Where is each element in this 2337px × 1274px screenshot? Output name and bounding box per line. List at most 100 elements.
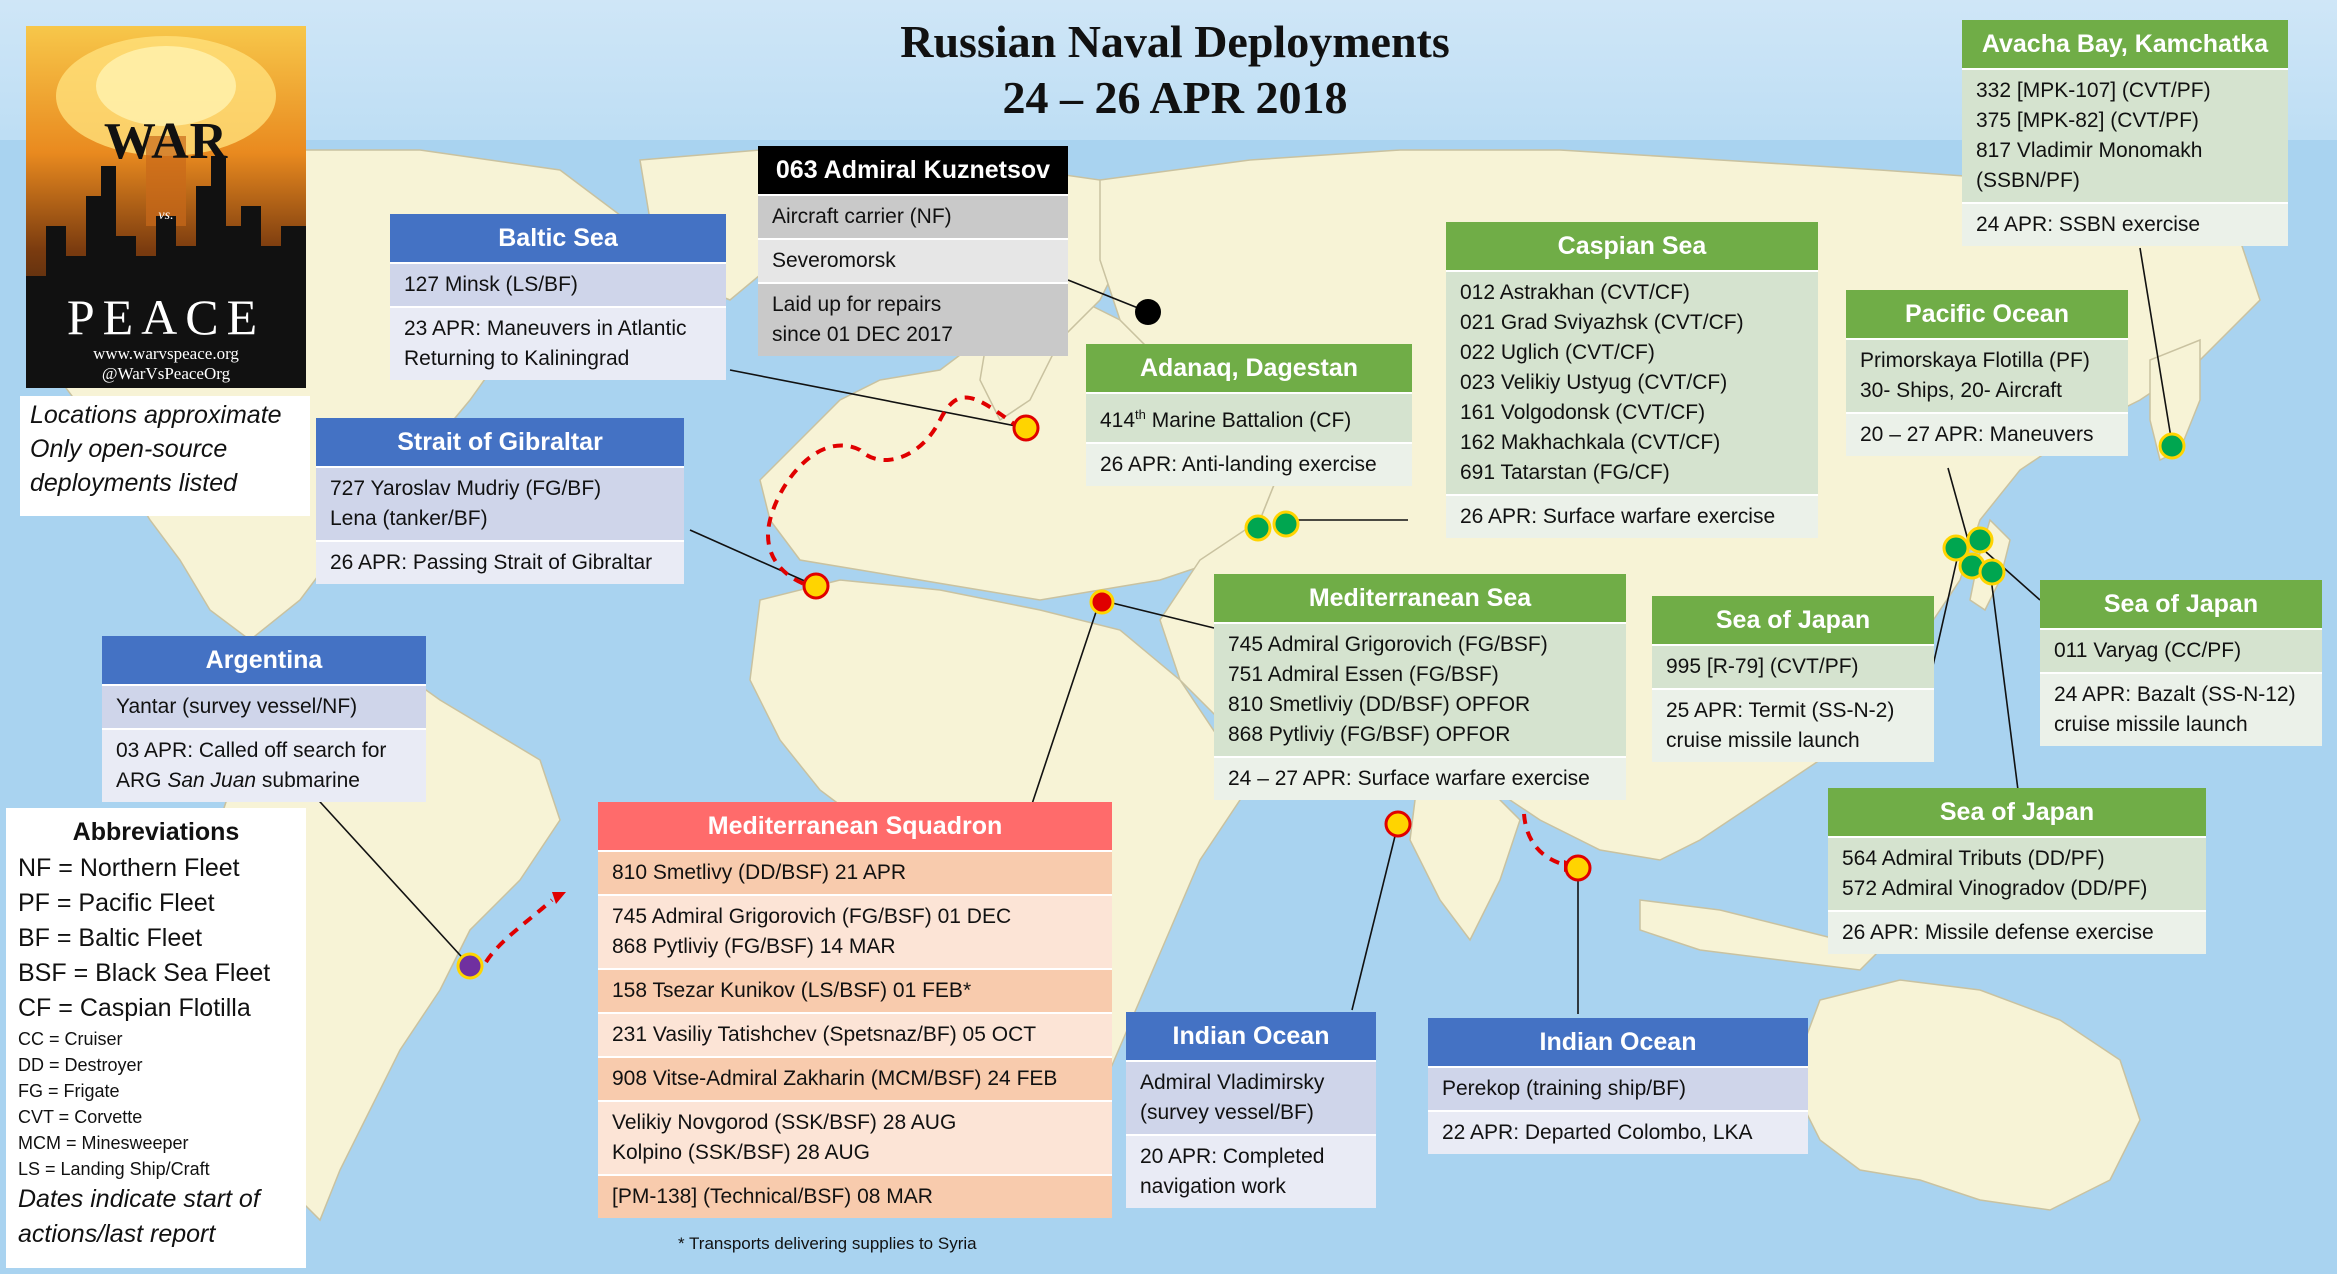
note-line-2: Only open-source (30, 435, 228, 463)
marker-indian-2[interactable] (1564, 854, 1592, 882)
callout-header: Avacha Bay, Kamchatka (1962, 20, 2288, 68)
marker-baltic[interactable] (1012, 414, 1040, 442)
abbr-fleet: CF = Caspian Flotilla (18, 994, 251, 1022)
callout-line: Returning to Kaliningrad (404, 347, 630, 370)
abbr-fleet: BSF = Black Sea Fleet (18, 959, 271, 987)
callout-row: 26 APR: Anti-landing exercise (1086, 442, 1412, 486)
marker-indian-1[interactable] (1384, 810, 1412, 838)
abbr-fleet: NF = Northern Fleet (18, 854, 240, 882)
callout-header: Adanaq, Dagestan (1086, 344, 1412, 392)
callout-header: Caspian Sea (1446, 222, 1818, 270)
callout-row: 995 [R-79] (CVT/PF) (1652, 644, 1934, 688)
callout-row: Primorskaya Flotilla (PF) 30- Ships, 20-… (1846, 338, 2128, 412)
callout-row: 012 Astrakhan (CVT/CF) 021 Grad Sviyazhs… (1446, 270, 1818, 494)
callout-argentina[interactable]: Argentina Yantar (survey vessel/NF) 03 A… (102, 636, 426, 802)
marker-mediterranean[interactable] (1089, 589, 1115, 615)
callout-row: Perekop (training ship/BF) (1428, 1066, 1808, 1110)
callout-row: Severomorsk (758, 238, 1068, 282)
callout-indian-ocean-2[interactable]: Indian Ocean Perekop (training ship/BF) … (1428, 1018, 1808, 1154)
callout-sea-of-japan-1[interactable]: Sea of Japan 995 [R-79] (CVT/PF) 25 APR:… (1652, 596, 1934, 762)
page-title: Russian Naval Deployments 24 – 26 APR 20… (760, 14, 1590, 126)
logo-war-text: WAR (103, 113, 229, 170)
callout-line: 868 Pytliviy (FG/BSF) OPFOR (1228, 723, 1511, 746)
marker-avacha[interactable] (2158, 432, 2186, 460)
squadron-row: 745 Admiral Grigorovich (FG/BSF) 01 DEC 8… (598, 894, 1112, 968)
callout-line: 162 Makhachkala (CVT/CF) (1460, 431, 1721, 454)
callout-line: 25 APR: Termit (SS-N-2) (1666, 699, 1895, 722)
callout-row: 127 Minsk (LS/BF) (390, 262, 726, 306)
squadron-row: Velikiy Novgorod (SSK/BSF) 28 AUG Kolpino… (598, 1100, 1112, 1174)
squadron-row: [PM-138] (Technical/BSF) 08 MAR (598, 1174, 1112, 1218)
callout-line: (survey vessel/BF) (1140, 1101, 1314, 1124)
callout-line: Admiral Vladimirsky (1140, 1071, 1325, 1094)
abbr-type: FG = Frigate (18, 1081, 120, 1101)
callout-row: 22 APR: Departed Colombo, LKA (1428, 1110, 1808, 1154)
callout-row: 25 APR: Termit (SS-N-2) cruise missile l… (1652, 688, 1934, 762)
squadron-row: 908 Vitse-Admiral Zakharin (MCM/BSF) 24 … (598, 1056, 1112, 1100)
callout-line: Lena (tanker/BF) (330, 507, 488, 530)
marker-adanaq[interactable] (1244, 514, 1272, 542)
squadron-row: 810 Smetlivy (DD/BSF) 21 APR (598, 850, 1112, 894)
callout-line: 332 [MPK-107] (CVT/PF) (1976, 79, 2211, 102)
disclaimer-note: Locations approximate Only open-source d… (20, 396, 310, 516)
callout-line: since 01 DEC 2017 (772, 323, 953, 346)
marker-soj-d[interactable] (1978, 558, 2006, 586)
callout-line: 161 Volgodonsk (CVT/CF) (1460, 401, 1706, 424)
callout-avacha-bay[interactable]: Avacha Bay, Kamchatka 332 [MPK-107] (CVT… (1962, 20, 2288, 246)
callout-pacific-ocean[interactable]: Pacific Ocean Primorskaya Flotilla (PF) … (1846, 290, 2128, 456)
callout-header: Indian Ocean (1126, 1012, 1376, 1060)
callout-row: 745 Admiral Grigorovich (FG/BSF) 751 Adm… (1214, 622, 1626, 756)
logo-vs-text: vs. (158, 208, 174, 223)
callout-sea-of-japan-3[interactable]: Sea of Japan 564 Admiral Tributs (DD/PF)… (1828, 788, 2206, 954)
callout-header: Sea of Japan (2040, 580, 2322, 628)
marker-argentina[interactable] (456, 952, 484, 980)
abbr-fleet: BF = Baltic Fleet (18, 924, 203, 952)
callout-row: 24 – 27 APR: Surface warfare exercise (1214, 756, 1626, 800)
callout-row: 26 APR: Missile defense exercise (1828, 910, 2206, 954)
callout-line: Primorskaya Flotilla (PF) (1860, 349, 2090, 372)
callout-indian-ocean-1[interactable]: Indian Ocean Admiral Vladimirsky (survey… (1126, 1012, 1376, 1208)
callout-row: 20 – 27 APR: Maneuvers (1846, 412, 2128, 456)
callout-line: 572 Admiral Vinogradov (DD/PF) (1842, 877, 2148, 900)
abbreviations-legend: Abbreviations NF = Northern Fleet PF = P… (6, 808, 306, 1268)
marker-kuznetsov[interactable] (1135, 299, 1161, 325)
logo-peace-text: PEACE (66, 289, 266, 345)
callout-row: Yantar (survey vessel/NF) (102, 684, 426, 728)
callout-line: 20 APR: Completed (1140, 1145, 1325, 1168)
callout-row: 26 APR: Surface warfare exercise (1446, 494, 1818, 538)
callout-row: 564 Admiral Tributs (DD/PF) 572 Admiral … (1828, 836, 2206, 910)
callout-line: 022 Uglich (CVT/CF) (1460, 341, 1655, 364)
callout-caspian-sea[interactable]: Caspian Sea 012 Astrakhan (CVT/CF) 021 G… (1446, 222, 1818, 538)
abbreviations-heading: Abbreviations (72, 818, 240, 846)
callout-mediterranean-squadron[interactable]: Mediterranean Squadron 810 Smetlivy (DD/… (598, 802, 1112, 1218)
footnote: * Transports delivering supplies to Syri… (678, 1234, 977, 1253)
marker-gibraltar[interactable] (802, 572, 830, 600)
callout-row: 332 [MPK-107] (CVT/PF) 375 [MPK-82] (CVT… (1962, 68, 2288, 202)
callout-row: 20 APR: Completed navigation work (1126, 1134, 1376, 1208)
callout-mediterranean-sea[interactable]: Mediterranean Sea 745 Admiral Grigorovic… (1214, 574, 1626, 800)
callout-line: 727 Yaroslav Mudriy (FG/BF) (330, 477, 602, 500)
callout-header: Indian Ocean (1428, 1018, 1808, 1066)
callout-row: 24 APR: SSBN exercise (1962, 202, 2288, 246)
squadron-row: 231 Vasiliy Tatishchev (Spetsnaz/BF) 05 … (598, 1012, 1112, 1056)
abbr-type: DD = Destroyer (18, 1055, 143, 1075)
abbr-type: LS = Landing Ship/Craft (18, 1159, 210, 1179)
title-line-1: Russian Naval Deployments (900, 16, 1450, 67)
marker-soj-b[interactable] (1966, 526, 1994, 554)
callout-baltic-sea[interactable]: Baltic Sea 127 Minsk (LS/BF) 23 APR: Man… (390, 214, 726, 380)
marker-caspian[interactable] (1272, 510, 1300, 538)
callout-adanaq-dagestan[interactable]: Adanaq, Dagestan 414th Marine Battalion … (1086, 344, 1412, 486)
abbr-footer-2: actions/last report (18, 1220, 216, 1248)
callout-line: 375 [MPK-82] (CVT/PF) (1976, 109, 2199, 132)
callout-row: Admiral Vladimirsky (survey vessel/BF) (1126, 1060, 1376, 1134)
callout-kuznetsov[interactable]: 063 Admiral Kuznetsov Aircraft carrier (… (758, 146, 1068, 356)
callout-line: 023 Velikiy Ustyug (CVT/CF) (1460, 371, 1728, 394)
war-vs-peace-logo: WAR vs. PEACE www.warvspeace.org @WarVsP… (26, 26, 306, 388)
callout-row: 414th Marine Battalion (CF) (1086, 392, 1412, 442)
callout-sea-of-japan-2[interactable]: Sea of Japan 011 Varyag (CC/PF) 24 APR: … (2040, 580, 2322, 746)
callout-row: 03 APR: Called off search for ARG San Ju… (102, 728, 426, 802)
callout-header: Mediterranean Squadron (598, 802, 1112, 850)
abbr-type: MCM = Minesweeper (18, 1133, 189, 1153)
abbr-footer-1: Dates indicate start of (18, 1185, 260, 1213)
callout-strait-of-gibraltar[interactable]: Strait of Gibraltar 727 Yaroslav Mudriy … (316, 418, 684, 584)
